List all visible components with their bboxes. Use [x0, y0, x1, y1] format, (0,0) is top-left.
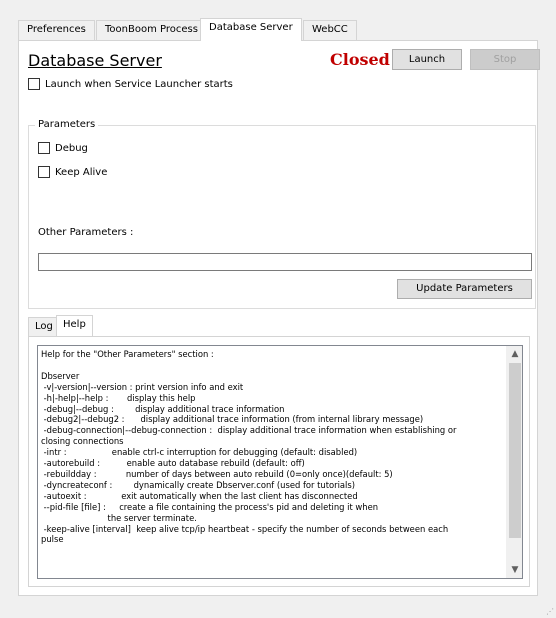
launch-on-start-checkbox[interactable]: Launch when Service Launcher starts — [28, 78, 233, 90]
tab-webcc[interactable]: WebCC — [303, 20, 357, 40]
scroll-up-icon[interactable]: ▲ — [507, 346, 522, 362]
page-title: Database Server — [28, 51, 162, 70]
help-line: Help for the "Other Parameters" section … — [41, 349, 214, 359]
tab-help[interactable]: Help — [56, 315, 93, 336]
help-line: --pid-file [file] : create a file contai… — [41, 501, 379, 512]
parameters-legend: Parameters — [35, 119, 99, 130]
database-server-panel: Database Server Closed Launch Stop Launc… — [18, 40, 540, 596]
help-line: -h|-help|--help : display this help — [41, 392, 196, 403]
vertical-scrollbar[interactable]: ▲ ▼ — [506, 346, 522, 578]
scroll-down-icon[interactable]: ▼ — [507, 562, 522, 578]
checkbox-box[interactable] — [38, 142, 50, 154]
main-tabs: Preferences ToonBoom Process Database Se… — [18, 18, 538, 41]
scroll-thumb[interactable] — [509, 363, 521, 538]
help-line: -rebuildday : number of days between aut… — [41, 468, 393, 479]
help-line: -autorebuild : enable auto database rebu… — [41, 458, 305, 469]
help-line: the server terminate. — [41, 512, 197, 523]
other-parameters-input[interactable] — [38, 253, 532, 271]
resize-grip-icon[interactable]: ⋰ — [546, 607, 554, 616]
help-panel: Help for the "Other Parameters" section … — [28, 336, 530, 587]
help-line: closing connections — [41, 436, 124, 447]
help-line: -intr : enable ctrl-c interruption for d… — [41, 447, 358, 458]
help-line: Dbserver — [41, 370, 80, 381]
update-parameters-button[interactable]: Update Parameters — [397, 279, 532, 299]
keep-alive-label: Keep Alive — [55, 166, 108, 178]
help-line: -debug|--debug : display additional trac… — [41, 403, 285, 414]
help-line: -debug2|--debug2 : display additional tr… — [41, 414, 424, 425]
help-line: -debug-connection|--debug-connection : d… — [41, 425, 457, 436]
tab-preferences[interactable]: Preferences — [18, 20, 95, 40]
help-line: -autoexit : exit automatically when the … — [41, 490, 358, 501]
stop-button[interactable]: Stop — [470, 49, 540, 70]
service-launcher-window: Preferences ToonBoom Process Database Se… — [0, 0, 556, 618]
help-text: Help for the "Other Parameters" section … — [41, 349, 506, 545]
checkbox-box[interactable] — [28, 78, 40, 90]
debug-checkbox[interactable]: Debug — [38, 142, 88, 154]
help-line — [41, 360, 506, 371]
other-parameters-label: Other Parameters : — [38, 227, 134, 238]
tab-toonboom-process[interactable]: ToonBoom Process — [96, 20, 207, 40]
help-line: -dyncreateconf : dynamically create Dbse… — [41, 479, 355, 490]
debug-label: Debug — [55, 142, 88, 154]
help-line: -v|-version|--version : print version in… — [41, 381, 244, 392]
keep-alive-checkbox[interactable]: Keep Alive — [38, 166, 107, 178]
launch-on-start-label: Launch when Service Launcher starts — [45, 78, 233, 90]
help-line: -keep-alive [interval] keep alive tcp/ip… — [41, 523, 449, 534]
status-label: Closed — [330, 50, 390, 69]
launch-button[interactable]: Launch — [392, 49, 462, 70]
tab-database-server[interactable]: Database Server — [200, 18, 302, 41]
checkbox-box[interactable] — [38, 166, 50, 178]
help-textarea[interactable]: Help for the "Other Parameters" section … — [37, 345, 523, 579]
help-line: pulse — [41, 534, 64, 545]
parameters-group: Parameters Debug Keep Alive Other Parame… — [28, 119, 536, 309]
